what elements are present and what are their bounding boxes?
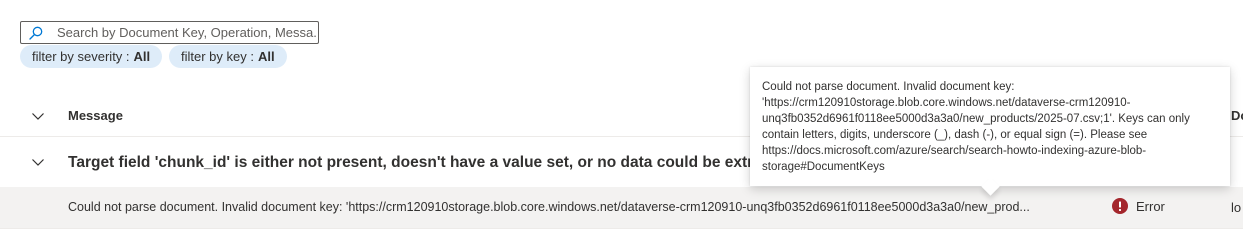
key-filter-label: filter by key : [181,49,254,64]
tooltip-line: 'https://crm120910storage.blob.core.wind… [762,97,1131,109]
search-input[interactable] [57,22,318,43]
key-filter-value: All [257,49,275,64]
column-header-message[interactable]: Message [68,108,123,123]
row-location: lo [1231,200,1242,215]
chevron-down-icon[interactable] [31,155,45,169]
chevron-down-icon[interactable] [31,109,45,123]
severity-filter-label: filter by severity : [32,49,130,64]
tooltip-body: Could not parse document. Invalid docume… [762,79,1218,175]
key-filter-pill[interactable]: filter by key : All [169,45,287,68]
group-title: Target field 'chunk_id' is either not pr… [68,154,762,171]
row-severity: Error [1112,198,1165,214]
message-tooltip: Could not parse document. Invalid docume… [750,67,1230,196]
search-box[interactable] [20,21,319,44]
tooltip-line: unq3fb0352d6961f0118ee5000d3a3a0/new_pro… [762,113,1190,125]
error-icon [1112,198,1128,214]
tooltip-line: Could not parse document. Invalid docume… [762,81,1015,93]
tooltip-line: https://docs.microsoft.com/azure/search/… [762,145,1147,157]
severity-label: Error [1136,198,1165,214]
table-row[interactable]: Could not parse document. Invalid docume… [0,187,1243,229]
column-header-document[interactable]: Do [1231,108,1243,123]
search-icon [29,26,43,40]
row-message: Could not parse document. Invalid docume… [68,200,1030,214]
tooltip-line: contain letters, digits, underscore (_),… [762,129,1148,141]
severity-filter-pill[interactable]: filter by severity : All [20,45,163,68]
severity-filter-value: All [133,49,151,64]
tooltip-line: storage#DocumentKeys [762,161,885,173]
